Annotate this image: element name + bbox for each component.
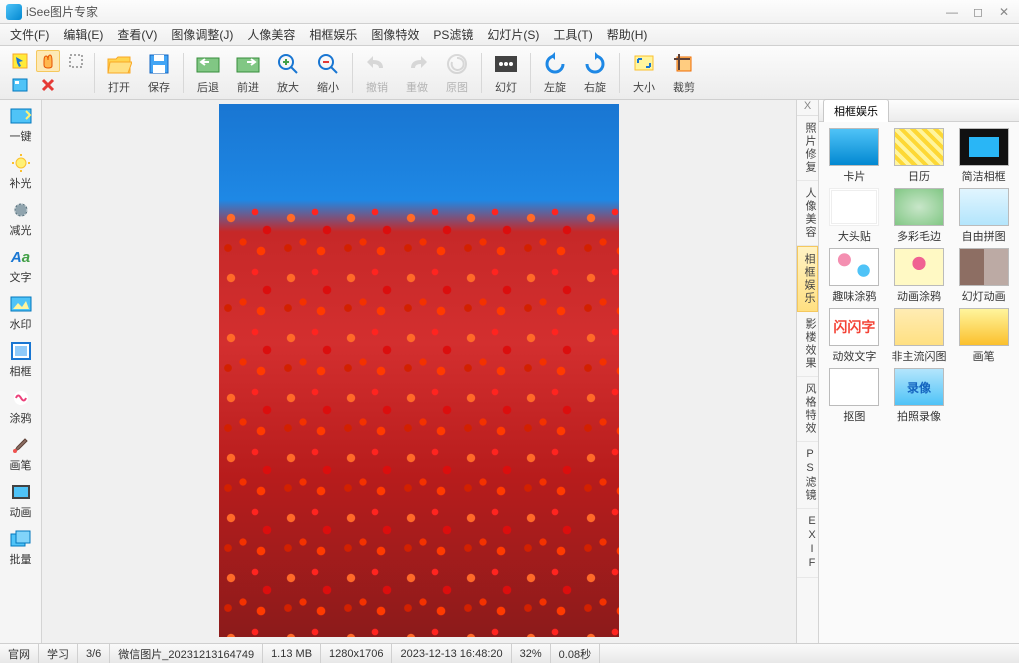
- lb-animation[interactable]: 动画: [2, 478, 40, 525]
- minimize-button[interactable]: —: [943, 5, 961, 19]
- lb-batch[interactable]: 批量: [2, 525, 40, 572]
- back-button[interactable]: 后退: [188, 49, 228, 97]
- lb-fill-light[interactable]: 补光: [2, 149, 40, 196]
- thumb-card[interactable]: 卡片: [825, 128, 884, 184]
- rotate-right-button[interactable]: 右旋: [575, 49, 615, 97]
- status-dimensions: 1280x1706: [321, 644, 392, 663]
- zoom-in-button[interactable]: 放大: [268, 49, 308, 97]
- slideshow-button[interactable]: 幻灯: [486, 49, 526, 97]
- lb-frame[interactable]: 相框: [2, 337, 40, 384]
- spacer: [64, 74, 88, 96]
- app-title: iSee图片专家: [26, 3, 943, 20]
- menu-portrait[interactable]: 人像美容: [241, 24, 301, 45]
- lb-brush[interactable]: 画笔: [2, 431, 40, 478]
- lb-onekey[interactable]: 一键: [2, 102, 40, 149]
- category-close-icon[interactable]: X: [797, 100, 818, 116]
- thumb-fun-doodle[interactable]: 趣味涂鸦: [825, 248, 884, 304]
- menu-edit[interactable]: 编辑(E): [57, 24, 109, 45]
- zoom-out-button[interactable]: 缩小: [308, 49, 348, 97]
- maximize-button[interactable]: ◻: [969, 5, 987, 19]
- delete-tool-icon[interactable]: [36, 74, 60, 96]
- thumb-brush[interactable]: 画笔: [954, 308, 1013, 364]
- photo-preview: [219, 104, 619, 637]
- thumb-sticker[interactable]: 大头贴: [825, 188, 884, 244]
- right-panel-tabs: 相框娱乐: [819, 100, 1019, 122]
- status-zoom: 32%: [512, 644, 551, 663]
- thumb-simple-frame[interactable]: 简洁相框: [954, 128, 1013, 184]
- cat-exif[interactable]: EXIF: [797, 509, 818, 578]
- status-filename: 微信图片_20231213164749: [110, 644, 263, 663]
- menu-tools[interactable]: 工具(T): [547, 24, 598, 45]
- thumb-anim-doodle[interactable]: 动画涂鸦: [890, 248, 949, 304]
- thumb-color-edge[interactable]: 多彩毛边: [890, 188, 949, 244]
- menu-image-adjust[interactable]: 图像调整(J): [165, 24, 239, 45]
- status-loadtime: 0.08秒: [551, 644, 600, 663]
- main-area: 一键 补光 减光 Aa文字 水印 相框 涂鸦 画笔 动画 批量 X 照片修复 人…: [0, 100, 1019, 643]
- status-datetime: 2023-12-13 16:48:20: [392, 644, 511, 663]
- save-button[interactable]: 保存: [139, 49, 179, 97]
- menu-slideshow[interactable]: 幻灯片(S): [481, 24, 545, 45]
- app-icon: [6, 4, 22, 20]
- thumb-motion-text[interactable]: 闪闪字动效文字: [825, 308, 884, 364]
- right-panel: 相框娱乐 卡片 日历 简洁相框 大头贴 多彩毛边 自由拼图 趣味涂鸦 动画涂鸦 …: [819, 100, 1019, 643]
- thumb-free-collage[interactable]: 自由拼图: [954, 188, 1013, 244]
- menu-file[interactable]: 文件(F): [4, 24, 55, 45]
- menu-view[interactable]: 查看(V): [111, 24, 163, 45]
- status-study[interactable]: 学习: [39, 644, 78, 663]
- lb-doodle[interactable]: 涂鸦: [2, 384, 40, 431]
- status-count: 3/6: [78, 644, 110, 663]
- menu-frame[interactable]: 相框娱乐: [303, 24, 363, 45]
- redo-button[interactable]: 重做: [397, 49, 437, 97]
- cursor-tool-icon[interactable]: [8, 50, 32, 72]
- rotate-left-button[interactable]: 左旋: [535, 49, 575, 97]
- left-toolbar: 一键 补光 减光 Aa文字 水印 相框 涂鸦 画笔 动画 批量: [0, 100, 42, 643]
- forward-button[interactable]: 前进: [228, 49, 268, 97]
- thumb-cutout[interactable]: 抠图: [825, 368, 884, 424]
- category-strip: X 照片修复 人像美容 相框娱乐 影楼效果 风格特效 PS滤镜 EXIF: [797, 100, 819, 643]
- cat-studio[interactable]: 影楼效果: [797, 312, 818, 377]
- marquee-tool-icon[interactable]: [64, 50, 88, 72]
- cat-photo-repair[interactable]: 照片修复: [797, 116, 818, 181]
- open-button[interactable]: 打开: [99, 49, 139, 97]
- close-button[interactable]: ✕: [995, 5, 1013, 19]
- hand-tool-icon[interactable]: [36, 50, 60, 72]
- lb-text[interactable]: Aa文字: [2, 243, 40, 290]
- thumb-flash[interactable]: 非主流闪图: [890, 308, 949, 364]
- browse-tool-icon[interactable]: [8, 74, 32, 96]
- canvas[interactable]: [42, 100, 797, 643]
- right-tab-active[interactable]: 相框娱乐: [823, 99, 889, 122]
- status-bar: 官网 学习 3/6 微信图片_20231213164749 1.13 MB 12…: [0, 643, 1019, 663]
- crop-button[interactable]: 裁剪: [664, 49, 704, 97]
- cat-portrait[interactable]: 人像美容: [797, 181, 818, 246]
- menu-ps-filter[interactable]: PS滤镜: [427, 24, 479, 45]
- menu-effects[interactable]: 图像特效: [365, 24, 425, 45]
- cat-ps-filter[interactable]: PS滤镜: [797, 442, 818, 509]
- thumb-record[interactable]: 录像拍照录像: [890, 368, 949, 424]
- toolbar: 打开 保存 后退 前进 放大 缩小 撤销 重做 原图 幻灯 左旋 右旋 大小 裁…: [0, 46, 1019, 100]
- status-site[interactable]: 官网: [0, 644, 39, 663]
- thumb-slide-anim[interactable]: 幻灯动画: [954, 248, 1013, 304]
- status-filesize: 1.13 MB: [263, 644, 321, 663]
- lb-reduce-light[interactable]: 减光: [2, 196, 40, 243]
- thumb-calendar[interactable]: 日历: [890, 128, 949, 184]
- menu-bar: 文件(F) 编辑(E) 查看(V) 图像调整(J) 人像美容 相框娱乐 图像特效…: [0, 24, 1019, 46]
- cat-frame-fun[interactable]: 相框娱乐: [797, 246, 818, 312]
- size-button[interactable]: 大小: [624, 49, 664, 97]
- lb-watermark[interactable]: 水印: [2, 290, 40, 337]
- title-bar: iSee图片专家 — ◻ ✕: [0, 0, 1019, 24]
- original-button[interactable]: 原图: [437, 49, 477, 97]
- undo-button[interactable]: 撤销: [357, 49, 397, 97]
- menu-help[interactable]: 帮助(H): [601, 24, 654, 45]
- cat-style[interactable]: 风格特效: [797, 377, 818, 442]
- thumbnail-grid: 卡片 日历 简洁相框 大头贴 多彩毛边 自由拼图 趣味涂鸦 动画涂鸦 幻灯动画 …: [819, 122, 1019, 430]
